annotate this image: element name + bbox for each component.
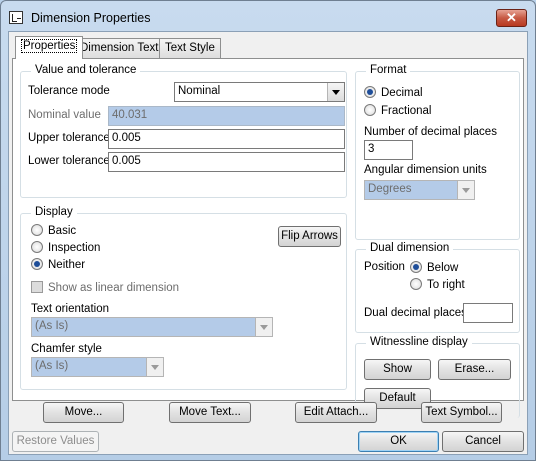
angular-units-dropdown: Degrees bbox=[364, 180, 475, 200]
display-group: Display Basic Inspection Neither Flip Ar… bbox=[20, 206, 347, 390]
show-linear-checkbox: Show as linear dimension bbox=[31, 281, 179, 294]
format-label: Format bbox=[366, 64, 411, 76]
text-orientation-dropdown: (As Is) bbox=[31, 317, 273, 337]
chevron-down-icon[interactable] bbox=[327, 83, 344, 101]
to-right-label: To right bbox=[427, 279, 465, 291]
fractional-radio-indicator[interactable] bbox=[364, 104, 376, 116]
below-radio-indicator[interactable] bbox=[410, 261, 422, 273]
to-right-radio[interactable]: To right bbox=[410, 278, 465, 291]
decimal-radio-indicator[interactable] bbox=[364, 86, 376, 98]
chevron-down-icon bbox=[146, 358, 163, 376]
decimal-radio[interactable]: Decimal bbox=[364, 86, 423, 99]
inspection-radio-indicator[interactable] bbox=[31, 241, 43, 253]
flip-arrows-button[interactable]: Flip Arrows bbox=[278, 226, 341, 247]
inspection-radio[interactable]: Inspection bbox=[31, 241, 100, 254]
dimension-properties-dialog: Dimension Properties ✕ Properties Dimens… bbox=[0, 0, 536, 461]
chamfer-style-value: (As Is) bbox=[35, 360, 69, 372]
dual-dimension-group: Dual dimension Position Below To right D… bbox=[355, 242, 520, 333]
chevron-down-icon bbox=[457, 181, 474, 199]
tab-text-style[interactable]: Text Style bbox=[159, 38, 221, 59]
title-bar: Dimension Properties ✕ bbox=[1, 1, 535, 31]
show-linear-label: Show as linear dimension bbox=[48, 282, 180, 294]
witnessline-display-label: Witnessline display bbox=[366, 336, 472, 348]
nominal-value-label: Nominal value bbox=[28, 109, 101, 121]
properties-tab-page: Value and tolerance Tolerance mode Nomin… bbox=[12, 58, 524, 418]
display-label: Display bbox=[31, 206, 77, 218]
chevron-down-icon bbox=[255, 318, 272, 336]
fractional-radio[interactable]: Fractional bbox=[364, 104, 432, 117]
neither-label: Neither bbox=[48, 259, 86, 271]
basic-radio-indicator[interactable] bbox=[31, 224, 43, 236]
restore-values-button: Restore Values bbox=[12, 431, 99, 452]
tab-dimension-text-label: Dimension Text bbox=[80, 42, 159, 54]
neither-radio[interactable]: Neither bbox=[31, 258, 85, 271]
angular-units-value: Degrees bbox=[368, 183, 412, 195]
format-group: Format Decimal Fractional Number of deci… bbox=[355, 64, 520, 240]
tab-properties-label: Properties bbox=[21, 39, 78, 53]
lower-tolerance-label: Lower tolerance bbox=[28, 155, 110, 167]
text-orientation-label: Text orientation bbox=[31, 303, 109, 315]
move-text-button[interactable]: Move Text... bbox=[169, 402, 251, 423]
dual-decimal-places-field[interactable] bbox=[463, 303, 513, 323]
basic-radio[interactable]: Basic bbox=[31, 224, 76, 237]
chamfer-style-label: Chamfer style bbox=[31, 343, 102, 355]
dimension-app-icon bbox=[9, 11, 23, 24]
text-orientation-value: (As Is) bbox=[35, 320, 69, 332]
inspection-label: Inspection bbox=[48, 242, 101, 254]
window-title: Dimension Properties bbox=[31, 11, 151, 25]
decimal-places-field[interactable]: 3 bbox=[364, 140, 413, 160]
upper-tolerance-field[interactable]: 0.005 bbox=[108, 129, 345, 149]
fractional-label: Fractional bbox=[381, 105, 432, 117]
neither-radio-indicator[interactable] bbox=[31, 258, 43, 270]
close-button[interactable]: ✕ bbox=[496, 9, 527, 27]
text-symbol-button[interactable]: Text Symbol... bbox=[421, 402, 502, 423]
tab-text-style-label: Text Style bbox=[165, 42, 215, 54]
decimal-label: Decimal bbox=[381, 87, 423, 99]
upper-tolerance-label: Upper tolerance bbox=[28, 132, 110, 144]
show-button[interactable]: Show bbox=[364, 359, 431, 380]
lower-tolerance-field[interactable]: 0.005 bbox=[108, 152, 345, 172]
move-button[interactable]: Move... bbox=[43, 402, 124, 423]
below-radio[interactable]: Below bbox=[410, 261, 458, 274]
to-right-radio-indicator[interactable] bbox=[410, 278, 422, 290]
value-and-tolerance-label: Value and tolerance bbox=[31, 64, 141, 76]
tolerance-mode-value: Nominal bbox=[178, 85, 221, 97]
angular-units-label: Angular dimension units bbox=[364, 164, 487, 176]
edit-attach-button[interactable]: Edit Attach... bbox=[295, 402, 377, 423]
dialog-client-area: Properties Dimension Text Text Style Val… bbox=[8, 31, 528, 455]
basic-label: Basic bbox=[48, 225, 77, 237]
below-label: Below bbox=[427, 262, 459, 274]
show-linear-checkbox-box bbox=[31, 281, 43, 293]
tolerance-mode-label: Tolerance mode bbox=[28, 85, 110, 97]
dual-dimension-label: Dual dimension bbox=[366, 242, 454, 254]
chamfer-style-dropdown: (As Is) bbox=[31, 357, 164, 377]
tab-dimension-text[interactable]: Dimension Text bbox=[74, 38, 165, 59]
nominal-value-field: 40.031 bbox=[108, 106, 345, 126]
decimal-places-label: Number of decimal places bbox=[364, 126, 497, 138]
dual-decimal-places-label: Dual decimal places bbox=[364, 307, 467, 319]
tab-properties[interactable]: Properties bbox=[15, 36, 84, 59]
value-and-tolerance-group: Value and tolerance Tolerance mode Nomin… bbox=[20, 64, 347, 198]
erase-button[interactable]: Erase... bbox=[438, 359, 511, 380]
ok-button[interactable]: OK bbox=[358, 431, 439, 452]
position-label: Position bbox=[364, 261, 405, 273]
tolerance-mode-dropdown[interactable]: Nominal bbox=[174, 82, 345, 102]
cancel-button[interactable]: Cancel bbox=[442, 431, 524, 452]
